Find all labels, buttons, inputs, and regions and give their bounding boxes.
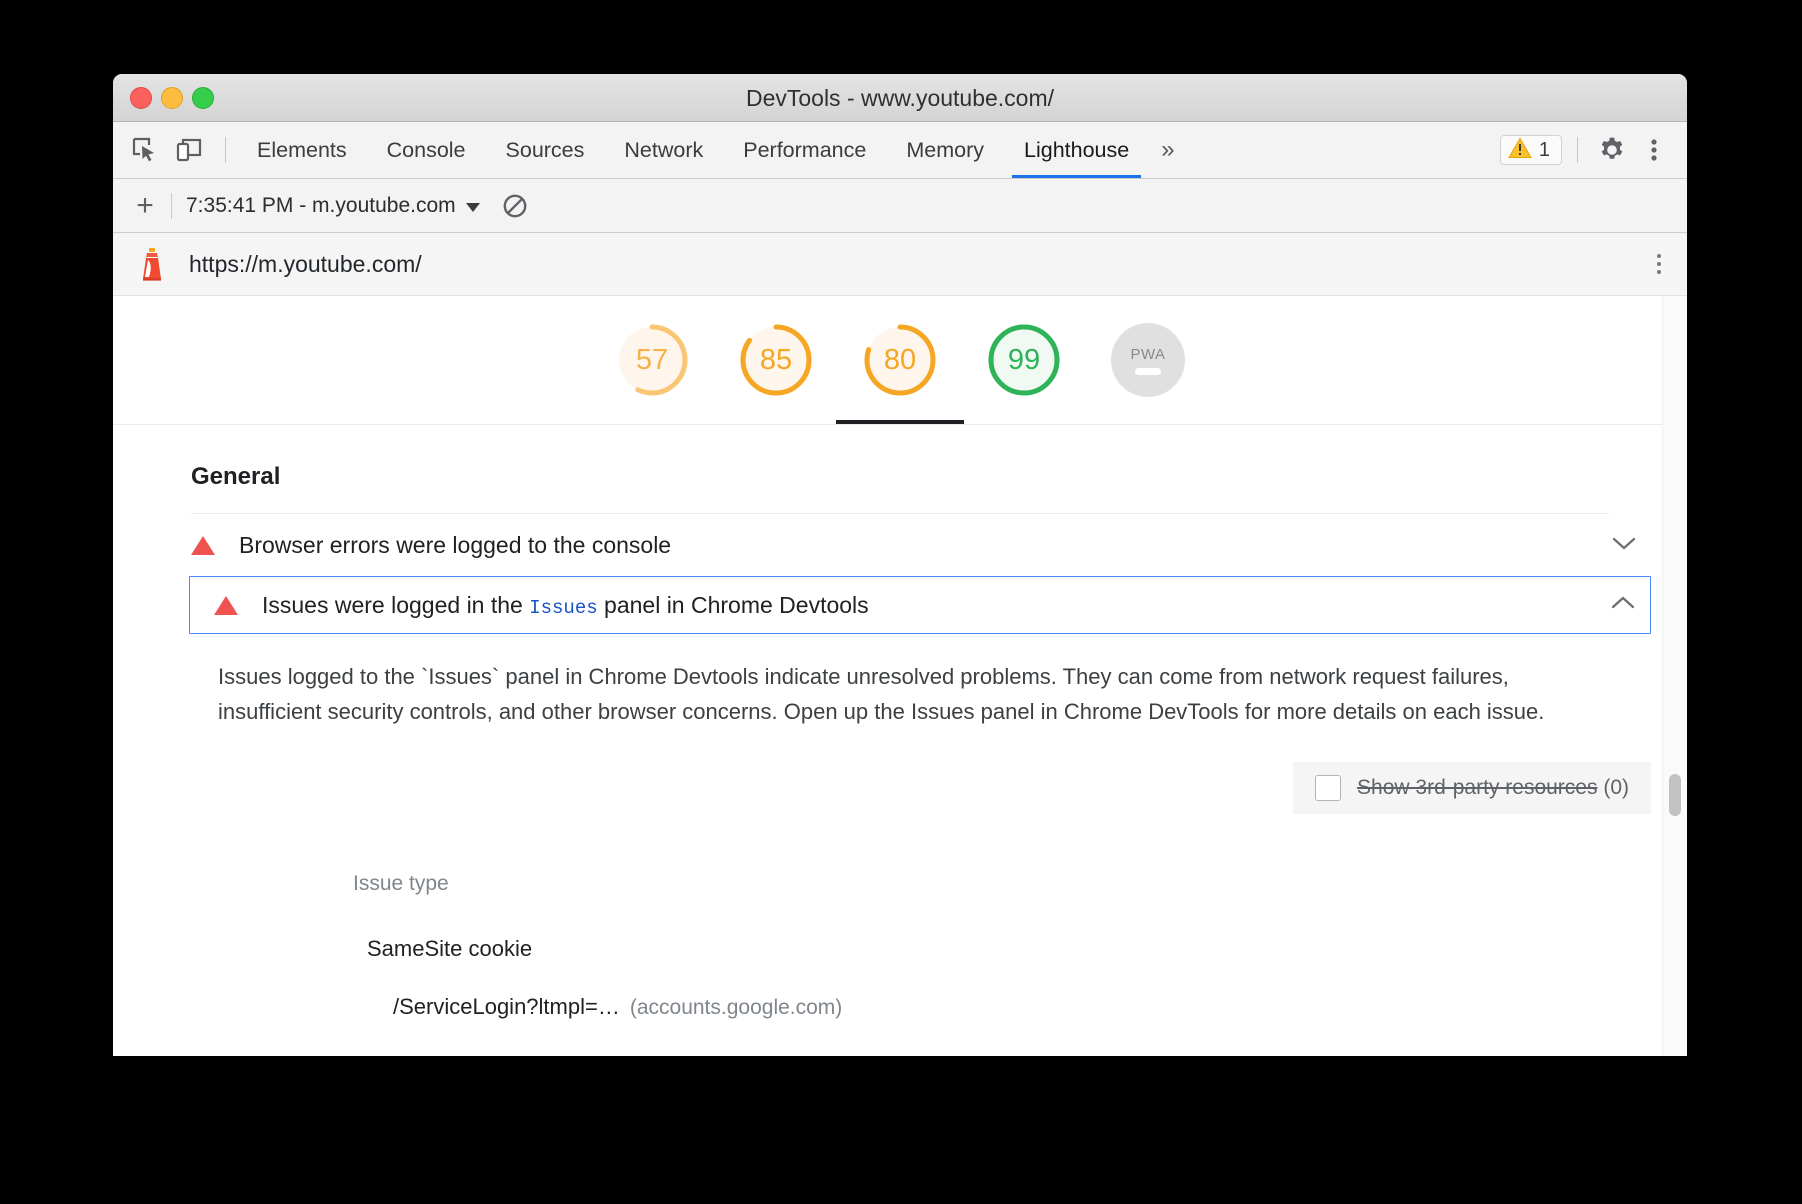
toolbar-divider (225, 137, 226, 163)
window-title: DevTools - www.youtube.com/ (745, 85, 1055, 111)
tab-label: Elements (257, 137, 347, 162)
audit-title-after: panel in Chrome Devtools (604, 591, 869, 618)
gauge-pwa-label: PWA (1130, 345, 1166, 363)
section-title: General (191, 463, 281, 490)
gear-icon[interactable] (1593, 131, 1631, 169)
warning-badge[interactable]: 1 (1499, 135, 1562, 165)
third-party-checkbox[interactable] (1315, 774, 1342, 801)
devtools-window: DevTools - www.youtube.com/ Elements Con… (113, 74, 1687, 1056)
tab-sources[interactable]: Sources (486, 122, 605, 178)
report-url-header: https://m.youtube.com/ (113, 233, 1687, 296)
warning-triangle-icon (191, 535, 215, 555)
third-party-filter-bar: Show 3rd-party resources (0) (113, 761, 1687, 814)
score-gauges: 57 85 80 99 PWA (113, 296, 1687, 425)
third-party-label: Show 3rd-party resources (0) (1357, 776, 1629, 800)
gauge-score: 57 (635, 343, 669, 376)
gauge-accessibility[interactable]: 85 (737, 296, 815, 424)
report-selector[interactable]: 7:35:41 PM - m.youtube.com (186, 194, 480, 218)
tabstrip-right-controls: 1 (1499, 131, 1687, 169)
gauge-performance[interactable]: 57 (613, 296, 691, 424)
gauge-best-practices[interactable]: 80 (836, 296, 964, 424)
third-party-count: (0) (1603, 775, 1629, 799)
table-cell-path: /ServiceLogin?ltmpl=… (393, 993, 620, 1019)
tab-memory[interactable]: Memory (886, 122, 1004, 178)
pwa-dash-icon (1135, 367, 1161, 375)
chevron-down-icon (465, 202, 480, 212)
panel-tabs: Elements Console Sources Network Perform… (237, 122, 1187, 178)
report-url: https://m.youtube.com/ (189, 250, 422, 277)
audit-list: General Browser errors were logged to th… (113, 425, 1687, 1020)
new-report-button[interactable]: + (127, 190, 163, 221)
clear-all-icon[interactable] (502, 193, 528, 219)
tab-elements[interactable]: Elements (237, 122, 367, 178)
scrollbar-thumb[interactable] (1669, 774, 1681, 816)
lighthouse-runbar: + 7:35:41 PM - m.youtube.com (113, 179, 1687, 233)
tab-label: Network (624, 137, 704, 162)
lighthouse-icon (135, 245, 169, 283)
gauge-score: 99 (1007, 343, 1041, 376)
tab-label: Sources (505, 137, 585, 162)
toolbar-divider-2 (1577, 137, 1578, 163)
audit-row-issues-panel[interactable]: Issues were logged in the Issues panel i… (189, 576, 1651, 634)
chevron-up-icon[interactable] (1610, 595, 1636, 616)
gauge-score: 85 (759, 343, 793, 376)
audit-row-browser-errors[interactable]: Browser errors were logged to the consol… (113, 514, 1687, 576)
gauge-score: 80 (883, 343, 917, 376)
third-party-text: Show 3rd-party resources (1357, 775, 1598, 799)
tab-label: Lighthouse (1024, 137, 1130, 162)
gauge-seo[interactable]: 99 (985, 296, 1063, 424)
more-vertical-icon[interactable] (1635, 131, 1673, 169)
table-row[interactable]: /ServiceLogin?ltmpl=… (accounts.google.co… (113, 962, 1687, 1020)
gauge-pwa[interactable]: PWA (1109, 296, 1187, 424)
tab-network[interactable]: Network (604, 122, 723, 178)
audit-title: Issues were logged in the Issues panel i… (262, 592, 869, 619)
screen: DevTools - www.youtube.com/ Elements Con… (0, 0, 1802, 1204)
report-selector-label: 7:35:41 PM - m.youtube.com (186, 193, 456, 217)
device-toggle-icon[interactable] (170, 131, 208, 169)
vertical-scrollbar[interactable] (1662, 296, 1687, 1056)
tab-label: Performance (743, 137, 867, 162)
table-cell-host: (accounts.google.com) (629, 995, 843, 1019)
table-group-row[interactable]: SameSite cookie (113, 896, 1687, 962)
more-tabs-button[interactable]: » (1149, 122, 1186, 178)
warning-triangle-icon (214, 595, 238, 615)
tab-console[interactable]: Console (367, 122, 486, 178)
audit-description: Issues logged to the `Issues` panel in C… (218, 664, 1545, 724)
tab-performance[interactable]: Performance (723, 122, 886, 178)
audit-title-before: Issues were logged in the (262, 591, 523, 618)
audit-title: Browser errors were logged to the consol… (239, 531, 672, 558)
runbar-divider (171, 192, 172, 219)
tab-label: Memory (906, 137, 984, 162)
tab-lighthouse[interactable]: Lighthouse (1004, 122, 1149, 178)
audit-title-code: Issues (529, 596, 598, 619)
third-party-toggle[interactable]: Show 3rd-party resources (0) (1293, 761, 1651, 814)
warning-triangle-icon (1508, 137, 1532, 164)
inspect-cursor-icon[interactable] (126, 131, 164, 169)
table-column-header: Issue type (353, 871, 449, 895)
report-body: 57 85 80 99 PWA General Browser errors w… (113, 296, 1687, 1056)
devtools-tool-icons (113, 131, 237, 169)
report-menu-icon[interactable] (1657, 254, 1661, 274)
window-titlebar: DevTools - www.youtube.com/ (113, 74, 1687, 122)
warning-count: 1 (1538, 138, 1550, 161)
devtools-tabstrip: Elements Console Sources Network Perform… (113, 122, 1687, 179)
chevron-down-icon[interactable] (1611, 535, 1637, 556)
tab-label: Console (386, 137, 466, 162)
